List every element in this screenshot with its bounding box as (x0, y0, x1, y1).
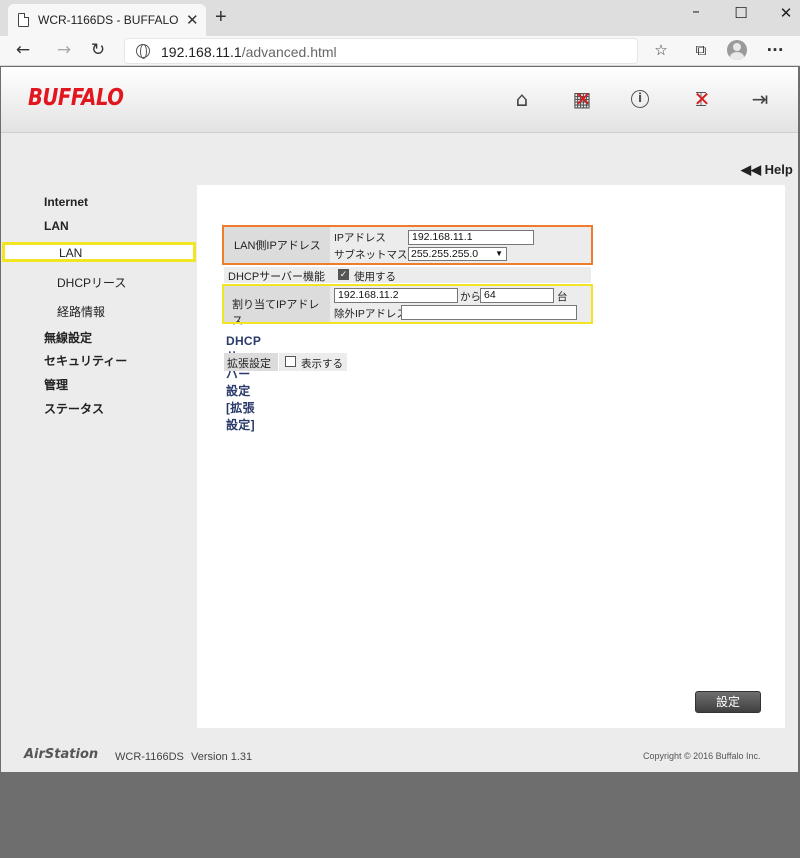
maximize-icon[interactable]: ☐ (731, 4, 751, 22)
page-icon (18, 13, 29, 27)
browser-tab[interactable]: WCR-1166DS - BUFFALO AirStati ✕ (8, 4, 206, 36)
wireless-disabled-icon[interactable]: ▦ ✕ (571, 87, 593, 111)
assign-ip-highlight (222, 284, 593, 324)
new-tab-icon[interactable]: + (215, 6, 227, 29)
show-extended-checkbox[interactable] (285, 356, 296, 367)
sidebar-item-status[interactable]: ステータス (44, 400, 104, 417)
dhcp-server-cell: ✓ 使用する (330, 267, 591, 283)
dhcp-server-label: DHCPサーバー機能 (224, 267, 330, 283)
extended-settings-label: 拡張設定 (224, 353, 278, 371)
lan-ip-highlight (222, 225, 593, 265)
sidebar-item-dhcp-lease[interactable]: DHCPリース (57, 274, 126, 291)
address-bar[interactable]: 192.168.11.1/advanced.html (124, 38, 638, 64)
minimize-icon[interactable]: – (686, 2, 706, 20)
sidebar-item-internet[interactable]: Internet (44, 195, 88, 209)
sidebar-item-wireless[interactable]: 無線設定 (44, 329, 92, 346)
home-icon[interactable]: ⌂ (511, 87, 533, 111)
sidebar-item-lan[interactable]: LAN (44, 219, 69, 233)
dhcp-extended-title: DHCPサーバー設定 [拡張設定] (226, 334, 262, 432)
page-header: BUFFALO ⌂ ▦ ✕ i ⌶ ✕ ⇥ (1, 67, 798, 133)
model-name: WCR-1166DS (115, 751, 184, 763)
sidebar-item-lan-sub[interactable]: LAN (2, 242, 196, 262)
logout-icon[interactable]: ⇥ (749, 87, 771, 111)
info-icon[interactable]: i (629, 87, 651, 111)
sidebar-item-admin[interactable]: 管理 (44, 376, 68, 393)
airstation-logo: AirStation (24, 747, 99, 762)
network-disabled-icon[interactable]: ⌶ ✕ (690, 87, 712, 111)
extended-settings-cell: 表示する (279, 353, 347, 371)
router-admin-page: BUFFALO ⌂ ▦ ✕ i ⌶ ✕ ⇥ ◀◀ Help Internet LAN… (1, 67, 798, 772)
reload-icon[interactable]: ↻ (87, 40, 109, 60)
globe-icon (136, 44, 150, 59)
close-window-icon[interactable]: ✕ (776, 4, 796, 22)
forward-icon[interactable]: → (53, 40, 75, 60)
dhcp-enable-label: 使用する (354, 271, 396, 283)
profile-icon[interactable] (727, 40, 747, 60)
sidebar-item-route[interactable]: 経路情報 (57, 303, 105, 320)
copyright: Copyright © 2016 Buffalo Inc. (643, 751, 761, 761)
main-content: LAN側IPアドレス IPアドレス 192.168.11.1 サブネットマスク … (197, 185, 785, 728)
url-text: 192.168.11.1/advanced.html (161, 44, 337, 60)
close-tab-icon[interactable]: ✕ (186, 11, 199, 29)
browser-titlebar: WCR-1166DS - BUFFALO AirStati ✕ + – ☐ ✕ (0, 0, 800, 36)
more-icon[interactable]: ··· (765, 41, 785, 59)
tab-title: WCR-1166DS - BUFFALO AirStati (38, 13, 178, 27)
browser-toolbar: ← → ↻ 192.168.11.1/advanced.html ☆ ⧉ ··· (0, 36, 800, 66)
collections-icon[interactable]: ⧉ (691, 41, 711, 59)
back-icon[interactable]: ← (12, 40, 34, 60)
help-link[interactable]: ◀◀ Help (741, 162, 793, 178)
show-extended-label: 表示する (301, 358, 343, 370)
favorites-icon[interactable]: ☆ (651, 41, 671, 59)
sidebar-item-security[interactable]: セキュリティー (44, 352, 127, 369)
settings-submit-button[interactable]: 設定 (695, 691, 761, 713)
dhcp-enable-checkbox[interactable]: ✓ (338, 269, 349, 280)
buffalo-logo[interactable]: BUFFALO (28, 85, 124, 111)
firmware-version: Version 1.31 (191, 751, 253, 763)
